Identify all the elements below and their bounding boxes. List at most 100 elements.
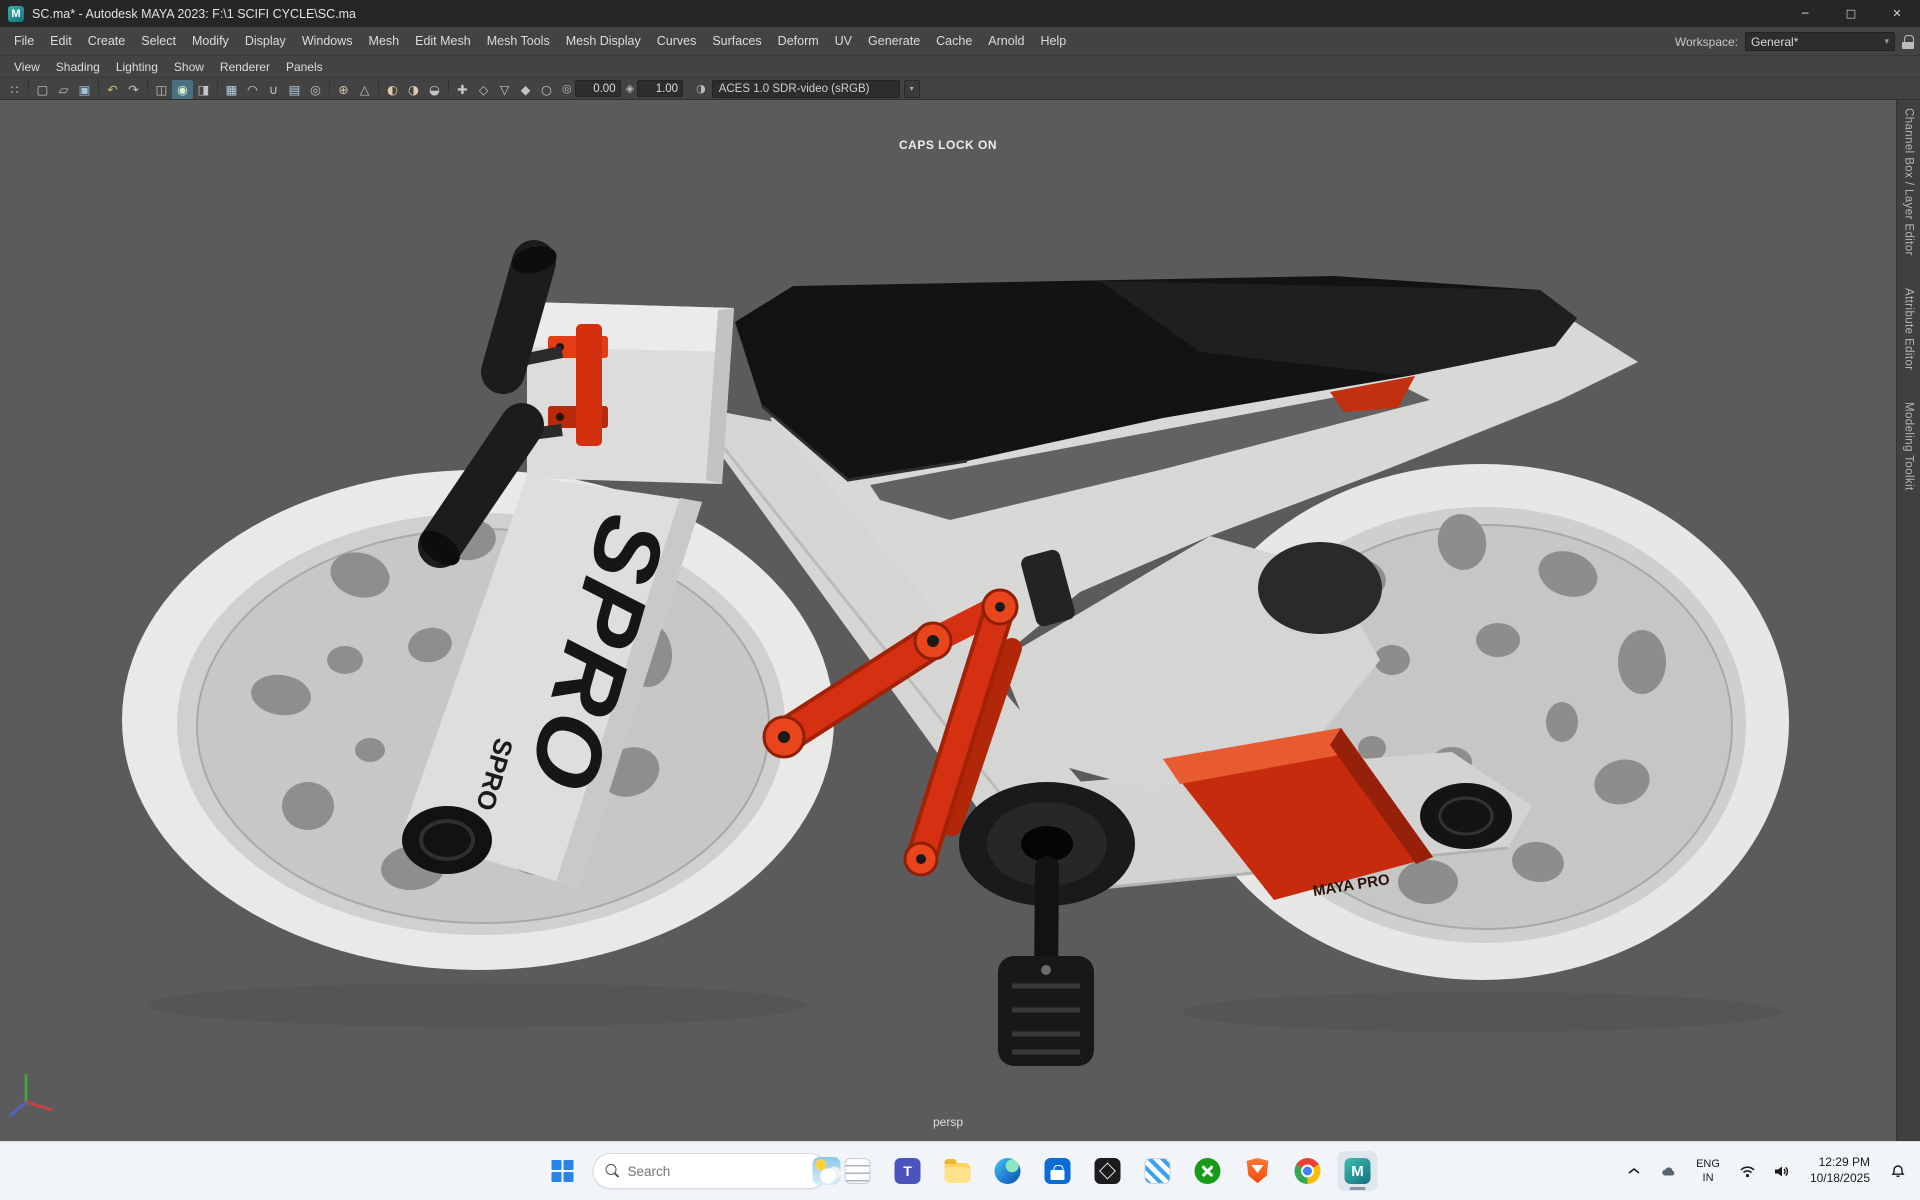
render-settings-icon[interactable]: ◒: [424, 80, 445, 99]
colorspace-dropdown[interactable]: ACES 1.0 SDR-video (sRGB): [711, 79, 900, 98]
taskbar-app-store[interactable]: [1038, 1151, 1078, 1191]
minimize-button[interactable]: ─: [1782, 0, 1828, 27]
weather-widget-icon[interactable]: [812, 1157, 841, 1185]
panel-menu-item[interactable]: View: [6, 57, 48, 77]
redo-icon[interactable]: ↷: [123, 80, 144, 99]
menu-item[interactable]: Mesh: [361, 29, 408, 53]
toon-outline-icon[interactable]: ◇: [473, 80, 494, 99]
main-menu-bar: File Edit Create Select Modify Display Windows…: [0, 27, 1920, 56]
panel-menu-item[interactable]: Lighting: [108, 57, 166, 77]
menu-item[interactable]: Windows: [294, 29, 361, 53]
scene-3d[interactable]: MAYA PRO SPRO SPRO: [0, 100, 1896, 1141]
rear-hub[interactable]: [1420, 783, 1512, 849]
tab-modeling-toolkit[interactable]: Modeling Toolkit: [1903, 402, 1915, 491]
symmetry-icon[interactable]: △: [354, 80, 375, 99]
taskbar-app-brave[interactable]: [1238, 1151, 1278, 1191]
taskbar-app-paint[interactable]: [1138, 1151, 1178, 1191]
soft-select-field[interactable]: [637, 80, 684, 97]
start-button[interactable]: [543, 1151, 583, 1191]
open-scene-icon[interactable]: ▱: [53, 80, 74, 99]
colorspace-arrow[interactable]: ▾: [903, 79, 920, 98]
search-icon: [605, 1164, 620, 1178]
select-hierarchy-icon[interactable]: ◫: [151, 80, 172, 99]
paint-effects-icon[interactable]: ✚: [452, 80, 473, 99]
grip-icon[interactable]: ∷: [4, 80, 25, 99]
render-icon[interactable]: ◐: [382, 80, 403, 99]
panel-menu-item[interactable]: Show: [166, 57, 212, 77]
workspace-label: Workspace:: [1674, 34, 1738, 49]
panel-menu-item[interactable]: Shading: [48, 57, 108, 77]
snap-view-icon[interactable]: ◎: [305, 80, 326, 99]
maximize-button[interactable]: □: [1828, 0, 1874, 27]
clock[interactable]: 12:29 PM 10/18/2025: [1804, 1153, 1876, 1188]
taskbar-app-teams[interactable]: T: [888, 1151, 928, 1191]
chrome-icon: [1294, 1158, 1321, 1184]
menu-item[interactable]: Modify: [184, 29, 237, 53]
menu-item[interactable]: Edit: [42, 29, 80, 53]
head-tube[interactable]: [527, 302, 734, 484]
toolbar-separator: [147, 78, 148, 94]
menu-item[interactable]: Mesh Display: [558, 29, 649, 53]
menu-item[interactable]: Generate: [860, 29, 928, 53]
lock-icon[interactable]: [1902, 34, 1914, 49]
axis-gizmo: [9, 1074, 53, 1117]
menu-item[interactable]: UV: [827, 29, 860, 53]
subdiv-icon[interactable]: ◆: [515, 80, 536, 99]
taskbar-app-edge[interactable]: [988, 1151, 1028, 1191]
front-hub[interactable]: [402, 806, 492, 874]
menu-item[interactable]: Surfaces: [704, 29, 769, 53]
taskbar-app-chrome[interactable]: [1288, 1151, 1328, 1191]
close-button[interactable]: ✕: [1874, 0, 1920, 27]
pedal[interactable]: [998, 956, 1094, 1066]
taskbar-app-cube[interactable]: [1088, 1151, 1128, 1191]
menu-item[interactable]: File: [6, 29, 42, 53]
onedrive-cloud-icon[interactable]: [1656, 1151, 1681, 1191]
menu-item[interactable]: Mesh Tools: [479, 29, 558, 53]
snap-value-field[interactable]: [574, 80, 621, 97]
undo-icon[interactable]: ↶: [102, 80, 123, 99]
menu-item[interactable]: Curves: [649, 29, 705, 53]
language-line1: ENG: [1696, 1157, 1720, 1170]
panel-menu-item[interactable]: Panels: [278, 57, 331, 77]
taskbar-search[interactable]: [592, 1153, 841, 1189]
taskbar-app-xbox[interactable]: [1188, 1151, 1228, 1191]
workspace-dropdown[interactable]: General* ▾: [1745, 32, 1895, 51]
menu-item[interactable]: Select: [133, 29, 184, 53]
under-seat-shock[interactable]: [1258, 542, 1382, 634]
windows-taskbar: T M ENG IN: [0, 1141, 1920, 1200]
crank-assembly[interactable]: [959, 782, 1135, 1066]
tab-channel-box[interactable]: Channel Box / Layer Editor: [1903, 108, 1915, 256]
menu-item[interactable]: Help: [1032, 29, 1074, 53]
uv-editor-icon[interactable]: ▽: [494, 80, 515, 99]
notification-bell-icon[interactable]: [1886, 1151, 1910, 1191]
search-input[interactable]: [627, 1163, 805, 1179]
menu-item[interactable]: Display: [237, 29, 294, 53]
language-switcher[interactable]: ENG IN: [1691, 1155, 1725, 1188]
snap-grid-icon[interactable]: ▦: [221, 80, 242, 99]
tab-attribute-editor[interactable]: Attribute Editor: [1903, 288, 1915, 370]
menu-item[interactable]: Create: [80, 29, 134, 53]
new-scene-icon[interactable]: ▢: [32, 80, 53, 99]
save-scene-icon[interactable]: ▣: [74, 80, 95, 99]
taskbar-app-notepad[interactable]: [838, 1151, 878, 1191]
wifi-icon[interactable]: [1735, 1151, 1760, 1191]
snap-point-icon[interactable]: ∪: [263, 80, 284, 99]
panel-menu-item[interactable]: Renderer: [212, 57, 278, 77]
menu-item[interactable]: Arnold: [980, 29, 1032, 53]
snap-curve-icon[interactable]: ◠: [242, 80, 263, 99]
tray-chevron-icon[interactable]: [1622, 1151, 1646, 1191]
menu-item[interactable]: Edit Mesh: [407, 29, 479, 53]
sphere-primitive-icon[interactable]: ○: [536, 80, 557, 99]
file-explorer-icon: [944, 1159, 971, 1183]
taskbar-app-file-explorer[interactable]: [938, 1151, 978, 1191]
viewport[interactable]: MAYA PRO SPRO SPRO CAPS LOCK ON persp: [0, 100, 1896, 1141]
menu-item[interactable]: Deform: [770, 29, 827, 53]
ipr-render-icon[interactable]: ◑: [403, 80, 424, 99]
taskbar-app-maya[interactable]: M: [1337, 1151, 1378, 1191]
menu-item[interactable]: Cache: [928, 29, 980, 53]
snap-plane-icon[interactable]: ▤: [284, 80, 305, 99]
construction-history-icon[interactable]: ⊕: [333, 80, 354, 99]
select-object-icon[interactable]: ◉: [172, 79, 193, 99]
volume-icon[interactable]: [1770, 1151, 1794, 1191]
select-component-icon[interactable]: ◨: [193, 80, 214, 99]
